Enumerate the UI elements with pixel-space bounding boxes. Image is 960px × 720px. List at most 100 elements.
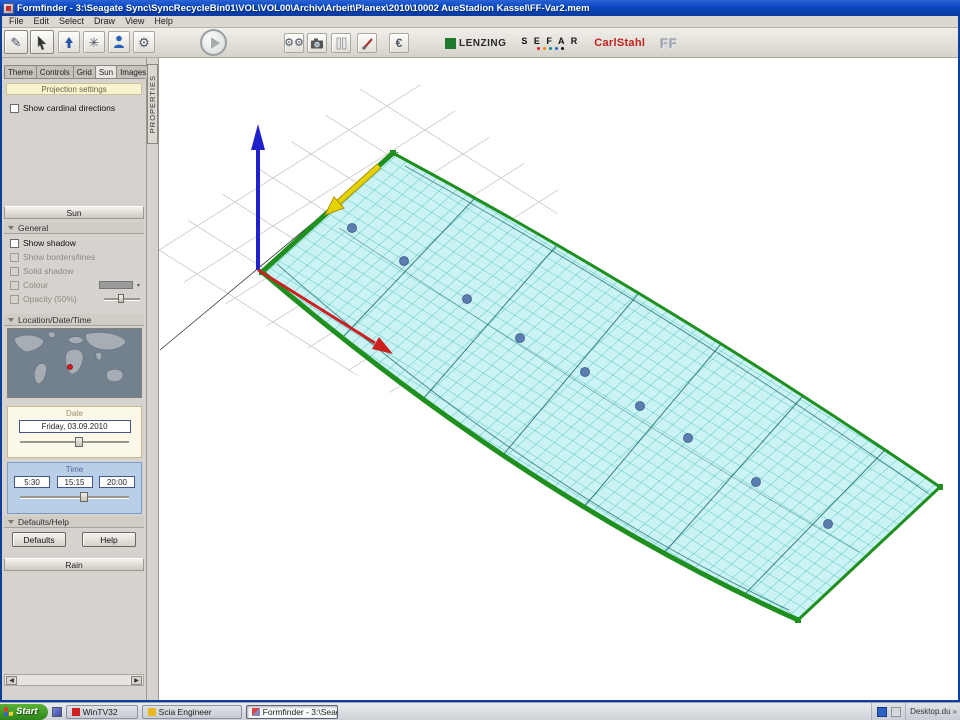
date-box: Date Friday, 03.09.2010	[7, 406, 142, 458]
date-field[interactable]: Friday, 03.09.2010	[19, 420, 131, 433]
gears-icon: ⚙⚙	[284, 38, 304, 49]
menu-edit[interactable]: Edit	[29, 16, 55, 27]
settings-button[interactable]: ⚙	[133, 31, 155, 53]
time-slider-thumb[interactable]	[80, 492, 88, 502]
chevron-icon: »	[953, 707, 957, 716]
time-label: Time	[8, 465, 141, 474]
taskbar-item-wintv32[interactable]: WinTV32	[66, 705, 138, 719]
defaults-button[interactable]: Defaults	[12, 532, 66, 547]
opacity-slider[interactable]	[104, 294, 140, 304]
person-button[interactable]	[108, 31, 130, 53]
menu-help[interactable]: Help	[149, 16, 178, 27]
world-map[interactable]	[7, 328, 142, 398]
collapse-triangle-icon	[8, 226, 14, 230]
taskbar-item-scia-engineer[interactable]: Scia Engineer	[142, 705, 242, 719]
columns-icon	[335, 37, 348, 50]
gear-icon: ⚙	[138, 36, 150, 49]
collapse-triangle-icon	[8, 520, 14, 524]
location-marker[interactable]	[68, 365, 73, 370]
menu-file[interactable]: File	[4, 16, 29, 27]
scroll-right-arrow[interactable]: ▶	[131, 676, 142, 685]
sefar-logo: S E F A R	[521, 36, 579, 50]
opacity-checkbox[interactable]	[10, 295, 19, 304]
person-icon	[113, 35, 125, 49]
tray-icon-2[interactable]	[891, 707, 901, 717]
show-borders-label: Show borders/lines	[23, 252, 95, 262]
chevron-down-icon: ▾	[137, 282, 140, 289]
defaults-help-group-header[interactable]: Defaults/Help	[4, 516, 144, 528]
tab-controls[interactable]: Controls	[36, 65, 74, 78]
tab-theme[interactable]: Theme	[4, 65, 37, 78]
show-shadow-label: Show shadow	[23, 238, 76, 248]
time-start-field[interactable]: 5:30	[14, 476, 50, 488]
tab-sun[interactable]: Sun	[95, 65, 117, 78]
cursor-icon	[35, 35, 49, 50]
wintv-icon	[72, 708, 80, 716]
show-borders-checkbox[interactable]	[10, 253, 19, 262]
window-title: Formfinder - 3:\Seagate Sync\SyncRecycle…	[17, 3, 590, 14]
starburst-icon: ✳	[89, 36, 100, 49]
tray-icon-1[interactable]	[877, 707, 887, 717]
sun-section-header[interactable]: Sun	[4, 206, 144, 219]
desktop-toolbar[interactable]: Desktop.du »	[905, 703, 957, 720]
colour-swatch[interactable]	[99, 281, 133, 289]
opacity-slider-thumb[interactable]	[118, 294, 124, 303]
menu-view[interactable]: View	[120, 16, 149, 27]
pencil-icon: ✎	[11, 36, 22, 49]
date-slider-thumb[interactable]	[75, 437, 83, 447]
colour-checkbox[interactable]	[10, 281, 19, 290]
start-button[interactable]: Start	[0, 704, 48, 720]
app-icon	[3, 3, 14, 14]
show-cardinal-checkbox[interactable]	[10, 104, 19, 113]
scroll-left-arrow[interactable]: ◀	[6, 676, 17, 685]
location-group-header[interactable]: Location/Date/Time	[4, 314, 144, 326]
quick-launch-icon[interactable]	[52, 707, 62, 717]
time-end-field[interactable]: 20:00	[99, 476, 135, 488]
rain-section-header[interactable]: Rain	[4, 558, 144, 571]
projection-settings-button[interactable]: Projection settings	[6, 83, 142, 95]
viewport-3d-scene[interactable]	[159, 58, 959, 702]
general-group-header[interactable]: General	[4, 222, 144, 234]
date-label: Date	[8, 409, 141, 418]
show-shadow-checkbox[interactable]	[10, 239, 19, 248]
tab-images[interactable]: Images	[116, 65, 150, 78]
draw-tool-button[interactable]: ✎	[4, 30, 28, 54]
scia-icon	[148, 708, 156, 716]
membrane-surface[interactable]	[259, 150, 943, 623]
brush-button[interactable]	[357, 33, 377, 53]
menu-draw[interactable]: Draw	[89, 16, 120, 27]
help-button[interactable]: Help	[82, 532, 136, 547]
time-slider[interactable]	[20, 491, 129, 503]
formfinding-button[interactable]: ✳	[83, 31, 105, 53]
properties-tab[interactable]: PROPERTIES	[147, 64, 158, 144]
panel-horizontal-scrollbar[interactable]: ◀ ▶	[4, 674, 144, 686]
time-box: Time 5:30 15:15 20:00	[7, 462, 142, 514]
taskbar-item-formfinder[interactable]: Formfinder - 3:\Seaga...	[246, 705, 338, 719]
partner-logos: LENZING S E F A R CarlStahl FF	[445, 31, 678, 55]
euro-button[interactable]: €	[389, 33, 409, 53]
sefar-dots-icon	[521, 47, 579, 50]
lenzing-mark-icon	[445, 38, 456, 49]
menu-select[interactable]: Select	[54, 16, 89, 27]
ff-logo: FF	[660, 36, 678, 51]
play-button[interactable]	[200, 29, 227, 56]
window-border-left	[0, 16, 2, 702]
brush-icon	[361, 37, 374, 50]
formfinder-icon	[252, 708, 260, 716]
navigate-button[interactable]	[58, 31, 80, 53]
time-current-field[interactable]: 15:15	[57, 476, 93, 488]
columns-button[interactable]	[331, 33, 351, 53]
tab-grid[interactable]: Grid	[73, 65, 96, 78]
camera-button[interactable]	[307, 33, 327, 53]
menubar: File Edit Select Draw View Help	[0, 16, 960, 28]
solid-shadow-checkbox[interactable]	[10, 267, 19, 276]
viewport-3d[interactable]	[159, 58, 960, 702]
date-slider[interactable]	[20, 436, 129, 448]
show-cardinal-label: Show cardinal directions	[23, 103, 115, 113]
collapse-triangle-icon	[8, 318, 14, 322]
titlebar[interactable]: Formfinder - 3:\Seagate Sync\SyncRecycle…	[0, 0, 960, 16]
navigate-icon	[63, 36, 75, 49]
gears-button[interactable]: ⚙⚙	[284, 33, 304, 53]
panel-tabs: Theme Controls Grid Sun Images	[4, 65, 145, 79]
select-tool-button[interactable]	[30, 30, 54, 54]
